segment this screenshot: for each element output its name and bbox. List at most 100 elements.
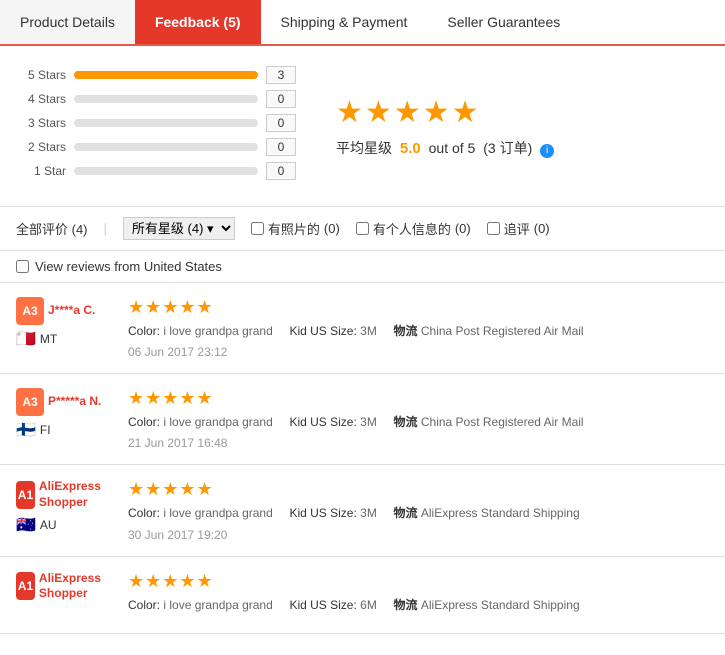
view-us-checkbox[interactable] [16,260,29,273]
filter-bar: 全部评价 (4) | 所有星级 (4) ▾ 有照片的(0) 有个人信息的(0) … [0,207,725,251]
bar-bg-5 [74,71,258,79]
country-code: MT [40,332,57,346]
star-row-1: 1 Star 0 [16,162,296,180]
tab-product-details[interactable]: Product Details [0,0,135,44]
reviewer-name: J****a C. [48,303,95,319]
reviewer-info: A3 P*****a N. 🇫🇮 FI [16,388,116,450]
filter-with-info-count: (0) [455,221,471,236]
flag-icon: 🇫🇮 [16,420,36,440]
star-count-2: 0 [266,138,296,156]
review-row: A3 J****a C. 🇲🇹 MT ★★★★★ Color: i love gr… [0,283,725,374]
review-stars: ★★★★★ [128,571,709,592]
reviews-container: A3 J****a C. 🇲🇹 MT ★★★★★ Color: i love gr… [0,283,725,634]
reviewer-country: 🇲🇹 MT [16,329,57,349]
tab-feedback[interactable]: Feedback (5) [135,0,261,44]
avatar: A3 [16,297,44,325]
avg-prefix: 平均星级 [336,140,392,156]
size-value: 3M [360,415,377,429]
bar-bg-4 [74,95,258,103]
bar-bg-2 [74,143,258,151]
star-label-2: 2 Stars [16,140,66,154]
color-value: i love grandpa grand [163,324,272,338]
avg-num: 5.0 [400,140,421,157]
star-count-4: 0 [266,90,296,108]
review-date: 21 Jun 2017 16:48 [128,436,709,450]
avatar: A3 [16,388,44,416]
filter-follow-checkbox[interactable] [487,222,500,235]
size-label: Kid US Size: [289,415,356,429]
filter-with-photo-label: 有照片的 [268,219,320,238]
review-row: A1 AliExpress Shopper ★★★★★ Color: i lov… [0,557,725,634]
flag-icon: 🇲🇹 [16,329,36,349]
size-label: Kid US Size: [289,506,356,520]
review-stars: ★★★★★ [128,479,709,500]
avatar: A1 [16,481,35,509]
star-bars: 5 Stars 3 4 Stars 0 3 Stars 0 2 Stars [16,66,296,186]
star-count-5: 3 [266,66,296,84]
size-value: 3M [360,324,377,338]
review-row: A1 AliExpress Shopper 🇦🇺AU ★★★★★ Color: … [0,465,725,556]
view-us-bar: View reviews from United States [0,251,725,283]
avg-suffix: out of 5 [429,140,476,156]
filter-with-photo[interactable]: 有照片的 (0) [251,219,340,238]
filter-follow-label: 追评 [504,219,530,238]
review-date: 30 Jun 2017 19:20 [128,528,709,542]
review-content: ★★★★★ Color: i love grandpa grand Kid US… [128,571,709,619]
filter-all[interactable]: 全部评价 (4) [16,219,88,238]
color-value: i love grandpa grand [163,598,272,612]
shipping-value: AliExpress Standard Shipping [421,506,580,520]
tab-seller-guarantees[interactable]: Seller Guarantees [427,0,580,44]
star-label-1: 1 Star [16,164,66,178]
rating-summary: 5 Stars 3 4 Stars 0 3 Stars 0 2 Stars [0,46,725,207]
reviewer-name: AliExpress Shopper [39,571,116,602]
bar-bg-1 [74,167,258,175]
size-value: 3M [360,506,377,520]
size-label: Kid US Size: [289,324,356,338]
color-label: Color: [128,506,160,520]
tab-shipping-payment[interactable]: Shipping & Payment [261,0,428,44]
color-value: i love grandpa grand [163,415,272,429]
review-date: 06 Jun 2017 23:12 [128,345,709,359]
review-row: A3 P*****a N. 🇫🇮 FI ★★★★★ Color: i love g… [0,374,725,465]
star-filter-select[interactable]: 所有星级 (4) ▾ [123,217,235,240]
reviewer-name: AliExpress Shopper [39,479,116,510]
info-icon[interactable]: i [540,144,554,158]
filter-with-info[interactable]: 有个人信息的 (0) [356,219,471,238]
review-meta: Color: i love grandpa grand Kid US Size:… [128,596,709,615]
bar-bg-3 [74,119,258,127]
filter-with-photo-checkbox[interactable] [251,222,264,235]
country-code: FI [40,423,51,437]
shipping-value: China Post Registered Air Mail [421,324,584,338]
reviewer-info: A1 AliExpress Shopper [16,571,116,619]
star-label-3: 3 Stars [16,116,66,130]
order-count: (3 订单) [483,140,532,156]
star-label-4: 4 Stars [16,92,66,106]
size-value: 6M [360,598,377,612]
review-stars: ★★★★★ [128,297,709,318]
review-meta: Color: i love grandpa grand Kid US Size:… [128,413,709,432]
star-row-3: 3 Stars 0 [16,114,296,132]
filter-with-info-label: 有个人信息的 [373,219,451,238]
color-label: Color: [128,415,160,429]
filter-with-info-checkbox[interactable] [356,222,369,235]
reviewer-country: 🇫🇮 FI [16,420,51,440]
color-value: i love grandpa grand [163,506,272,520]
filter-with-photo-count: (0) [324,221,340,236]
filter-follow[interactable]: 追评(0) [487,219,550,238]
star-label-5: 5 Stars [16,68,66,82]
reviewer-info: A1 AliExpress Shopper 🇦🇺AU [16,479,116,541]
shipping-value: China Post Registered Air Mail [421,415,584,429]
view-us-label: View reviews from United States [35,259,222,274]
star-row-4: 4 Stars 0 [16,90,296,108]
reviewer-country: 🇦🇺AU [16,515,57,535]
shipping-label: 物流 [394,415,418,429]
shipping-label: 物流 [394,598,418,612]
review-stars: ★★★★★ [128,388,709,409]
shipping-label: 物流 [394,506,418,520]
reviewer-name: P*****a N. [48,394,101,410]
reviewer-info: A3 J****a C. 🇲🇹 MT [16,297,116,359]
tab-bar: Product Details Feedback (5) Shipping & … [0,0,725,46]
color-label: Color: [128,324,160,338]
review-content: ★★★★★ Color: i love grandpa grand Kid US… [128,388,709,450]
star-row-5: 5 Stars 3 [16,66,296,84]
